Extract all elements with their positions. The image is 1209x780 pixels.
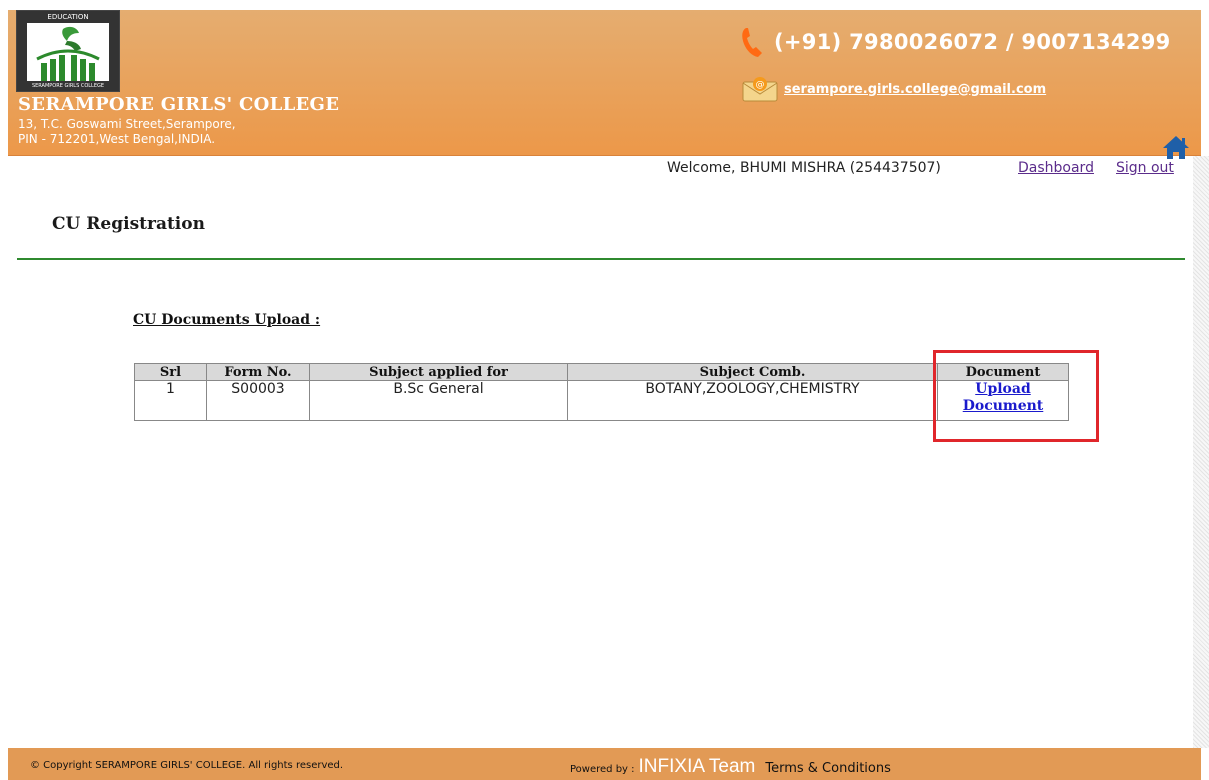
page-title: CU Registration (52, 214, 205, 234)
cell-combination: BOTANY,ZOOLOGY,CHEMISTRY (567, 380, 938, 421)
phone-number: (+91) 7980026072 / 9007134299 (774, 30, 1171, 54)
logo-top-text: EDUCATION (17, 11, 119, 23)
site-header: EDUCATION SERAMPORE GIRLS COLLEGE SERAMP… (8, 10, 1201, 159)
sign-out-link[interactable]: Sign out (1116, 160, 1174, 176)
college-name: SERAMPORE GIRLS' COLLEGE (18, 94, 340, 115)
address-line-1: 13, T.C. Goswami Street,Serampore, (18, 117, 236, 131)
logo-bottom-text: SERAMPORE GIRLS COLLEGE (17, 81, 119, 91)
highlight-annotation (933, 350, 1099, 442)
table-header-row: Srl Form No. Subject applied for Subject… (134, 363, 1069, 381)
col-header-srl: Srl (134, 363, 207, 381)
title-divider (17, 258, 1185, 260)
cell-srl: 1 (134, 380, 207, 421)
college-address: 13, T.C. Goswami Street,Serampore, PIN -… (18, 117, 236, 147)
cell-subject: B.Sc General (309, 380, 568, 421)
svg-text:@: @ (756, 80, 765, 90)
col-header-subject: Subject applied for (309, 363, 568, 381)
email-link[interactable]: serampore.girls.college@gmail.com (784, 82, 1046, 97)
copyright-text: © Copyright SERAMPORE GIRLS' COLLEGE. Al… (30, 760, 344, 771)
email-envelope-icon: @ (742, 77, 778, 102)
college-logo: EDUCATION SERAMPORE GIRLS COLLEGE (16, 10, 120, 92)
dashboard-link[interactable]: Dashboard (1018, 160, 1094, 176)
terms-link[interactable]: Terms & Conditions (765, 761, 891, 776)
contact-email: @ serampore.girls.college@gmail.com (742, 76, 1046, 102)
col-header-combination: Subject Comb. (567, 363, 938, 381)
contact-phone: (+91) 7980026072 / 9007134299 (740, 26, 1171, 58)
address-line-2: PIN - 712201,West Bengal,INDIA. (18, 132, 216, 146)
phone-icon (742, 28, 762, 57)
scrollbar-track[interactable] (1193, 156, 1209, 748)
home-icon[interactable] (1161, 134, 1191, 160)
powered-by: Powered by : INFIXIA Team Terms & Condit… (570, 756, 891, 778)
powered-by-label: Powered by : (570, 764, 635, 775)
powered-by-team-link[interactable]: INFIXIA Team (639, 756, 756, 778)
documents-table: Srl Form No. Subject applied for Subject… (134, 363, 1069, 421)
col-header-form-no: Form No. (206, 363, 310, 381)
welcome-text: Welcome, BHUMI MISHRA (254437507) (667, 160, 941, 176)
section-heading: CU Documents Upload : (133, 312, 321, 328)
table-row: 1 S00003 B.Sc General BOTANY,ZOOLOGY,CHE… (134, 380, 1069, 421)
cell-form-no: S00003 (206, 380, 310, 421)
site-footer: © Copyright SERAMPORE GIRLS' COLLEGE. Al… (8, 748, 1201, 780)
